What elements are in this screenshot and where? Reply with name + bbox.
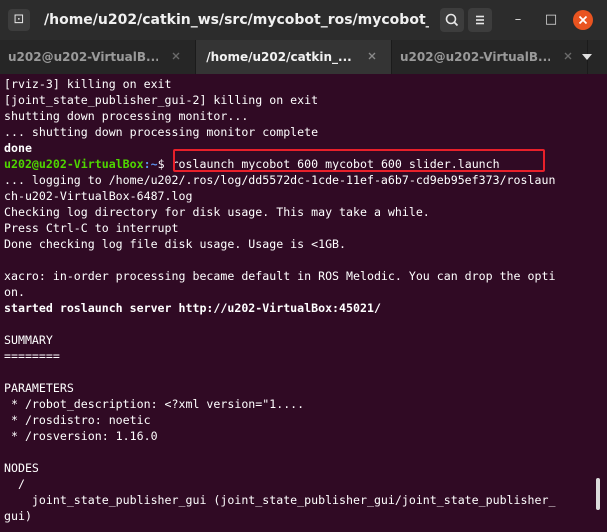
terminal-output[interactable]: [rviz-3] killing on exit [joint_state_pu… [0,74,590,532]
terminal-line: ... shutting down processing monitor com… [4,125,319,139]
terminal-line: * /rosversion: 1.16.0 [4,429,158,443]
tab-bar: u202@u202-VirtualB... /home/u202/catkin_… [0,40,607,74]
search-icon [445,13,459,27]
hamburger-menu-icon [476,15,484,25]
terminal-line: ... logging to /home/u202/.ros/log/dd557… [4,173,556,187]
terminal-line: shutting down processing monitor... [4,109,249,123]
terminal-line: SUMMARY [4,333,53,347]
menu-button[interactable] [468,8,492,32]
terminal-scrollbar[interactable] [592,74,607,532]
terminal-line: ch-u202-VirtualBox-6487.log [4,189,193,203]
terminal-window: ⊡ /home/u202/catkin_ws/src/mycobot_ros/m… [0,0,607,532]
terminal-line: Done checking log file disk usage. Usage… [4,237,347,251]
close-icon [578,15,588,25]
terminal-line: NODES [4,461,39,475]
tab-label: /home/u202/catkin_... [206,50,352,64]
terminal-line: Checking log directory for disk usage. T… [4,205,430,219]
tab-1[interactable]: u202@u202-VirtualB... [0,40,196,74]
terminal-line: [joint_state_publisher_gui-2] killing on… [4,93,319,107]
close-window-button[interactable] [573,10,593,30]
new-tab-button[interactable]: ⊡ [8,9,30,31]
terminal-line: ======== [4,349,60,363]
terminal-line: on. [4,285,25,299]
terminal-line: joint_state_publisher_gui (joint_state_p… [4,493,556,507]
close-icon[interactable] [560,48,576,64]
search-button[interactable] [440,8,464,32]
close-icon[interactable] [168,48,184,64]
close-icon[interactable] [364,48,380,64]
terminal-line: / [4,477,25,491]
tab-label: u202@u202-VirtualB... [400,50,550,64]
terminal-line: Press Ctrl-C to interrupt [4,221,179,235]
terminal-line: * /robot_description: <?xml version="1..… [4,397,305,411]
prompt-user: u202@u202-VirtualBox [4,157,144,171]
scrollbar-thumb[interactable] [596,478,600,510]
minimize-button[interactable]: – [508,10,528,30]
terminal-line: [rviz-3] killing on exit [4,77,172,91]
maximize-button[interactable]: □ [541,10,561,30]
tab-3[interactable]: u202@u202-VirtualB... [392,40,588,74]
terminal-line: * /rosdistro: noetic [4,413,151,427]
tab-label: u202@u202-VirtualB... [8,50,158,64]
prompt-path: :~ [143,157,158,171]
command-highlight-box [173,149,545,172]
terminal-line: gui) [4,509,32,523]
terminal-line: PARAMETERS [4,381,74,395]
chevron-down-icon[interactable] [580,51,594,63]
terminal-line: started roslaunch server http://u202-Vir… [4,301,381,315]
window-title: /home/u202/catkin_ws/src/mycobot_ros/myc… [44,12,429,28]
tab-2[interactable]: /home/u202/catkin_... [196,40,392,74]
title-bar: ⊡ /home/u202/catkin_ws/src/mycobot_ros/m… [0,0,607,40]
terminal-line: xacro: in-order processing became defaul… [4,269,556,283]
prompt-symbol: $ [157,157,172,171]
